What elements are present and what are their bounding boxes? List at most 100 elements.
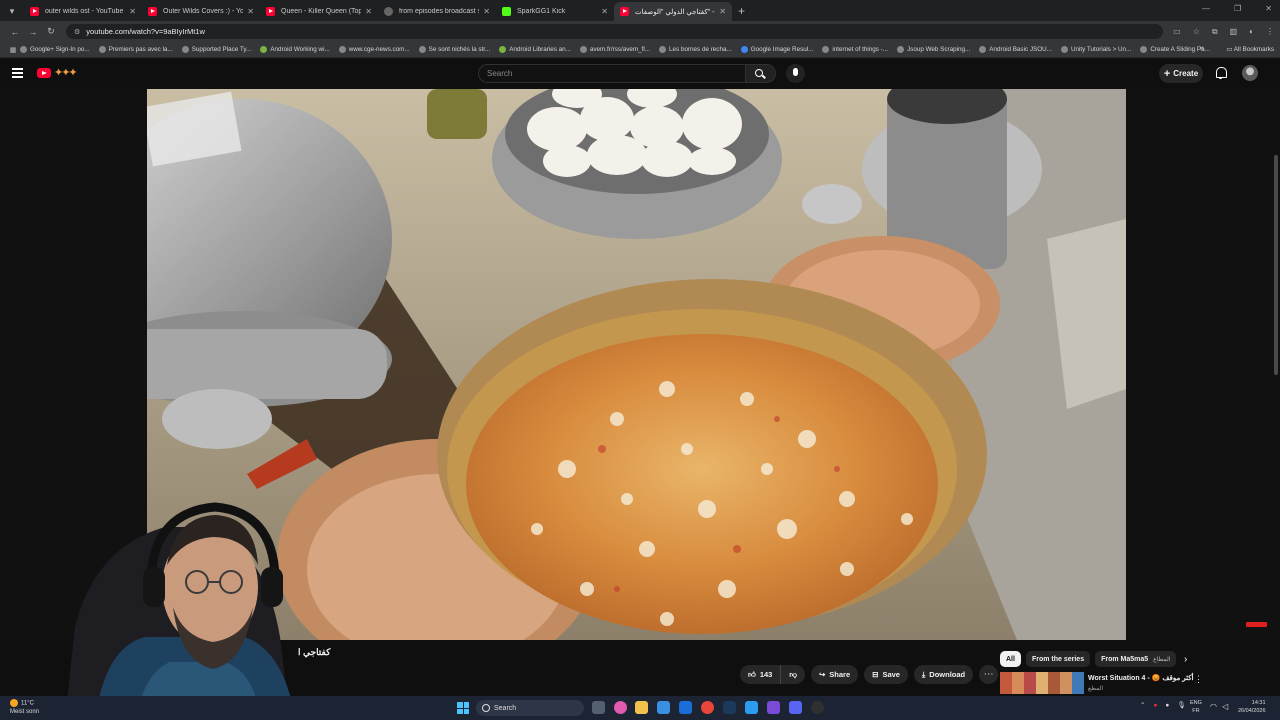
bookmark-item[interactable]: Jsoup Web Scraping... (897, 46, 970, 53)
search-input[interactable]: Search (478, 64, 746, 83)
chip-from-channel[interactable]: From Ma5ma5 المطاع (1095, 651, 1177, 667)
bookmark-item[interactable]: Se sont nichés la str... (418, 46, 491, 53)
save-button[interactable]: ⊟ Save (864, 665, 908, 684)
bookmark-item[interactable]: Supported Place Ty... (181, 46, 252, 53)
like-button[interactable]: 👍︎ 143 (740, 665, 782, 684)
download-button[interactable]: ⤓ Download (913, 665, 974, 684)
forward-icon[interactable]: → (24, 27, 42, 37)
store-icon[interactable] (657, 701, 670, 714)
app-icon[interactable] (767, 701, 780, 714)
close-icon[interactable]: ✕ (365, 7, 372, 16)
file-explorer-icon[interactable] (635, 701, 648, 714)
bookmark-item[interactable]: Les bornes de recha... (659, 46, 732, 53)
bookmark-item[interactable]: www.cge-news.com... (338, 46, 410, 53)
bookmark-item[interactable]: Google Image Resul... (740, 46, 814, 53)
bookmark-item[interactable]: Android Libraries an... (499, 46, 571, 53)
close-icon[interactable]: ✕ (601, 7, 608, 16)
bookmark-item[interactable]: Android Basic JSOU... (979, 46, 1052, 53)
tray-app-icon[interactable]: ● (1153, 702, 1157, 709)
site-info-icon[interactable]: ⚙ (74, 28, 80, 36)
bookmark-item[interactable]: Unity Tutorials > Un... (1060, 46, 1131, 53)
search-button[interactable] (746, 64, 776, 83)
bookmark-label: Supported Place Ty... (191, 46, 252, 53)
page-scrollbar[interactable] (1274, 155, 1278, 375)
streamer-webcam-image (65, 502, 295, 720)
share-button[interactable]: ↪ Share (810, 665, 859, 684)
browser-tab[interactable]: SparkGG1 Kick ✕ (496, 2, 614, 21)
obs-icon[interactable] (811, 701, 824, 714)
weather-widget[interactable]: 11°C Meist sonn (10, 699, 39, 716)
tab-title: outer wilds ost - YouTube (45, 8, 124, 15)
recommended-video[interactable]: Worst Situation 4 - 😡 أكثر موقف المطع ⋮ (1000, 672, 1203, 694)
task-view-icon[interactable] (592, 701, 605, 714)
chevron-right-icon[interactable]: › (1184, 654, 1187, 665)
reload-icon[interactable]: ↻ (42, 26, 60, 37)
close-icon[interactable]: ✕ (247, 7, 254, 16)
tray-overflow-icon[interactable]: ⌃ (1140, 701, 1145, 709)
chrome-icon[interactable] (701, 701, 714, 714)
profile-icon[interactable]: ◐ (1249, 27, 1254, 37)
address-bar[interactable]: ⚙ youtube.com/watch?v=9aBIyIrMt1w (66, 24, 1164, 39)
system-clock[interactable]: 14:31 26/04/2026 (1238, 699, 1266, 715)
browser-tab[interactable]: outer wilds ost - YouTube ✕ (24, 2, 142, 21)
sidebar-icon[interactable]: ▥ (1230, 27, 1238, 37)
start-button[interactable] (457, 702, 469, 714)
maximize-icon[interactable]: ❐ (1234, 4, 1241, 13)
wifi-icon[interactable]: ◠ (1210, 702, 1217, 711)
avatar[interactable] (1242, 65, 1258, 81)
create-button[interactable]: + Create (1159, 64, 1203, 83)
chip-from-the-series[interactable]: From the series (1025, 651, 1091, 667)
discord-icon[interactable] (789, 701, 802, 714)
vscode-icon[interactable] (745, 701, 758, 714)
close-icon[interactable]: ✕ (719, 7, 726, 16)
browser-tab-active[interactable]: كفتاجي الدولي "الوصفات" - ✕ (614, 2, 732, 21)
bookmark-item[interactable]: Premiers pas avec la... (98, 46, 173, 53)
bookmark-label: Se sont nichés la str... (428, 46, 491, 53)
volume-icon[interactable]: ◁ (1222, 702, 1228, 711)
notifications-icon[interactable] (1215, 67, 1227, 79)
browser-tab[interactable]: Outer Wilds Covers :) - YouTub✕ (142, 2, 260, 21)
all-bookmarks-button[interactable]: ▭ All Bookmarks (1226, 46, 1274, 53)
bookmark-item[interactable]: avem.fr/rss/avem_fl... (579, 46, 650, 53)
bookmarks-overflow-icon[interactable]: » (1200, 45, 1204, 52)
taskbar-search[interactable]: Search (476, 700, 584, 716)
extensions-icon[interactable]: ⧉ (1212, 27, 1218, 37)
cast-icon[interactable]: ▭ (1173, 27, 1181, 37)
new-tab-button[interactable]: + (738, 4, 745, 18)
chip-all[interactable]: All (1000, 651, 1021, 667)
bookmark-item[interactable]: internet of things -... (822, 46, 888, 53)
like-count: 143 (759, 670, 773, 679)
video-actions: 👍︎ 143 👎︎ ↪ Share ⊟ Save ⤓ Download ⋯ (740, 665, 999, 684)
apps-icon[interactable]: ▦ (6, 46, 20, 54)
back-icon[interactable]: ← (6, 27, 24, 37)
close-window-icon[interactable]: ✕ (1265, 4, 1272, 13)
bookmark-item[interactable]: Google+ Sign-In po... (20, 46, 90, 53)
close-icon[interactable]: ✕ (483, 7, 490, 16)
window-controls: — ❐ ✕ (1202, 4, 1272, 13)
subscribe-badge[interactable] (1246, 622, 1267, 627)
outlook-icon[interactable] (679, 701, 692, 714)
globe-icon (384, 7, 393, 16)
browser-menu-icon[interactable]: ⋮ (1266, 27, 1274, 37)
steam-icon[interactable] (723, 701, 736, 714)
voice-search-icon[interactable] (786, 64, 805, 83)
tab-search-icon[interactable]: ▾ (4, 3, 20, 19)
doodle-icon[interactable]: ✦✦✦ (54, 66, 78, 79)
bookmark-item[interactable]: Android Working wi... (260, 46, 330, 53)
close-icon[interactable]: ✕ (129, 7, 136, 16)
minimize-icon[interactable]: — (1202, 4, 1210, 13)
more-actions-icon[interactable]: ⋯ (979, 665, 999, 684)
microphone-icon[interactable]: 🎙︎ (1177, 701, 1185, 709)
input-language[interactable]: ENG FR (1190, 699, 1202, 715)
bookmark-label: Google Image Resul... (750, 46, 814, 53)
copilot-icon[interactable] (614, 701, 627, 714)
browser-tab[interactable]: Queen - Killer Queen (Top Of Th✕ (260, 2, 378, 21)
bookmark-star-icon[interactable]: ☆ (1193, 27, 1200, 37)
kebab-menu-icon[interactable]: ⋮ (1194, 674, 1203, 685)
dislike-button[interactable]: 👎︎ (781, 665, 805, 684)
tray-app-icon[interactable]: ● (1165, 702, 1169, 709)
menu-icon[interactable] (12, 68, 23, 78)
browser-tab[interactable]: from episodes broadcast schedu ✕ (378, 2, 496, 21)
youtube-logo-icon[interactable] (37, 68, 51, 78)
search-icon (755, 69, 763, 77)
